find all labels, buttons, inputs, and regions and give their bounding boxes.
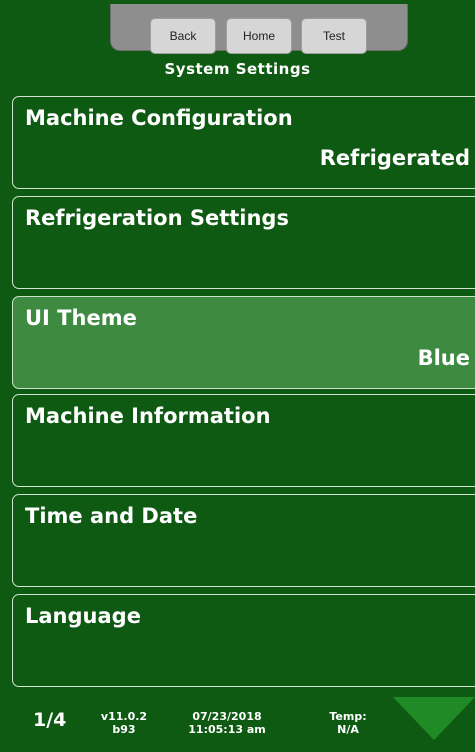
menu-item-ui-theme[interactable]: UI Theme Blue [12,296,475,389]
menu-item-value: Refrigerated [319,146,470,170]
menu-item-language[interactable]: Language [12,594,475,687]
menu-item-label: Time and Date [25,504,198,528]
menu-item-label: Machine Configuration [25,106,293,130]
back-button[interactable]: Back [150,18,216,54]
status-footer: 1/4 v11.0.2 b93 07/23/2018 11:05:13 am T… [0,693,475,752]
menu-item-label: Machine Information [25,404,271,428]
date-text: 07/23/2018 [192,710,262,723]
menu-item-time-and-date[interactable]: Time and Date [12,494,475,587]
version-text: v11.0.2 [100,710,148,723]
menu-item-label: Refrigeration Settings [25,206,289,230]
menu-item-value: Blue [417,346,470,370]
menu-item-label: UI Theme [25,306,137,330]
menu-item-refrigeration-settings[interactable]: Refrigeration Settings [12,196,475,289]
page-title: System Settings [164,60,311,78]
temperature-info: Temp: N/A [318,710,378,736]
temp-label: Temp: [329,710,367,723]
time-text: 11:05:13 am [188,723,266,736]
temp-value: N/A [337,723,359,736]
down-arrow-icon[interactable] [393,697,475,740]
menu-item-machine-configuration[interactable]: Machine Configuration Refrigerated [12,96,475,189]
menu-item-label: Language [25,604,141,628]
datetime-info: 07/23/2018 11:05:13 am [175,710,279,736]
page-indicator: 1/4 [33,709,67,731]
version-info: v11.0.2 b93 [100,710,148,736]
home-button[interactable]: Home [226,18,292,54]
test-button[interactable]: Test [301,18,367,54]
menu-item-machine-information[interactable]: Machine Information [12,394,475,487]
build-text: b93 [112,723,136,736]
